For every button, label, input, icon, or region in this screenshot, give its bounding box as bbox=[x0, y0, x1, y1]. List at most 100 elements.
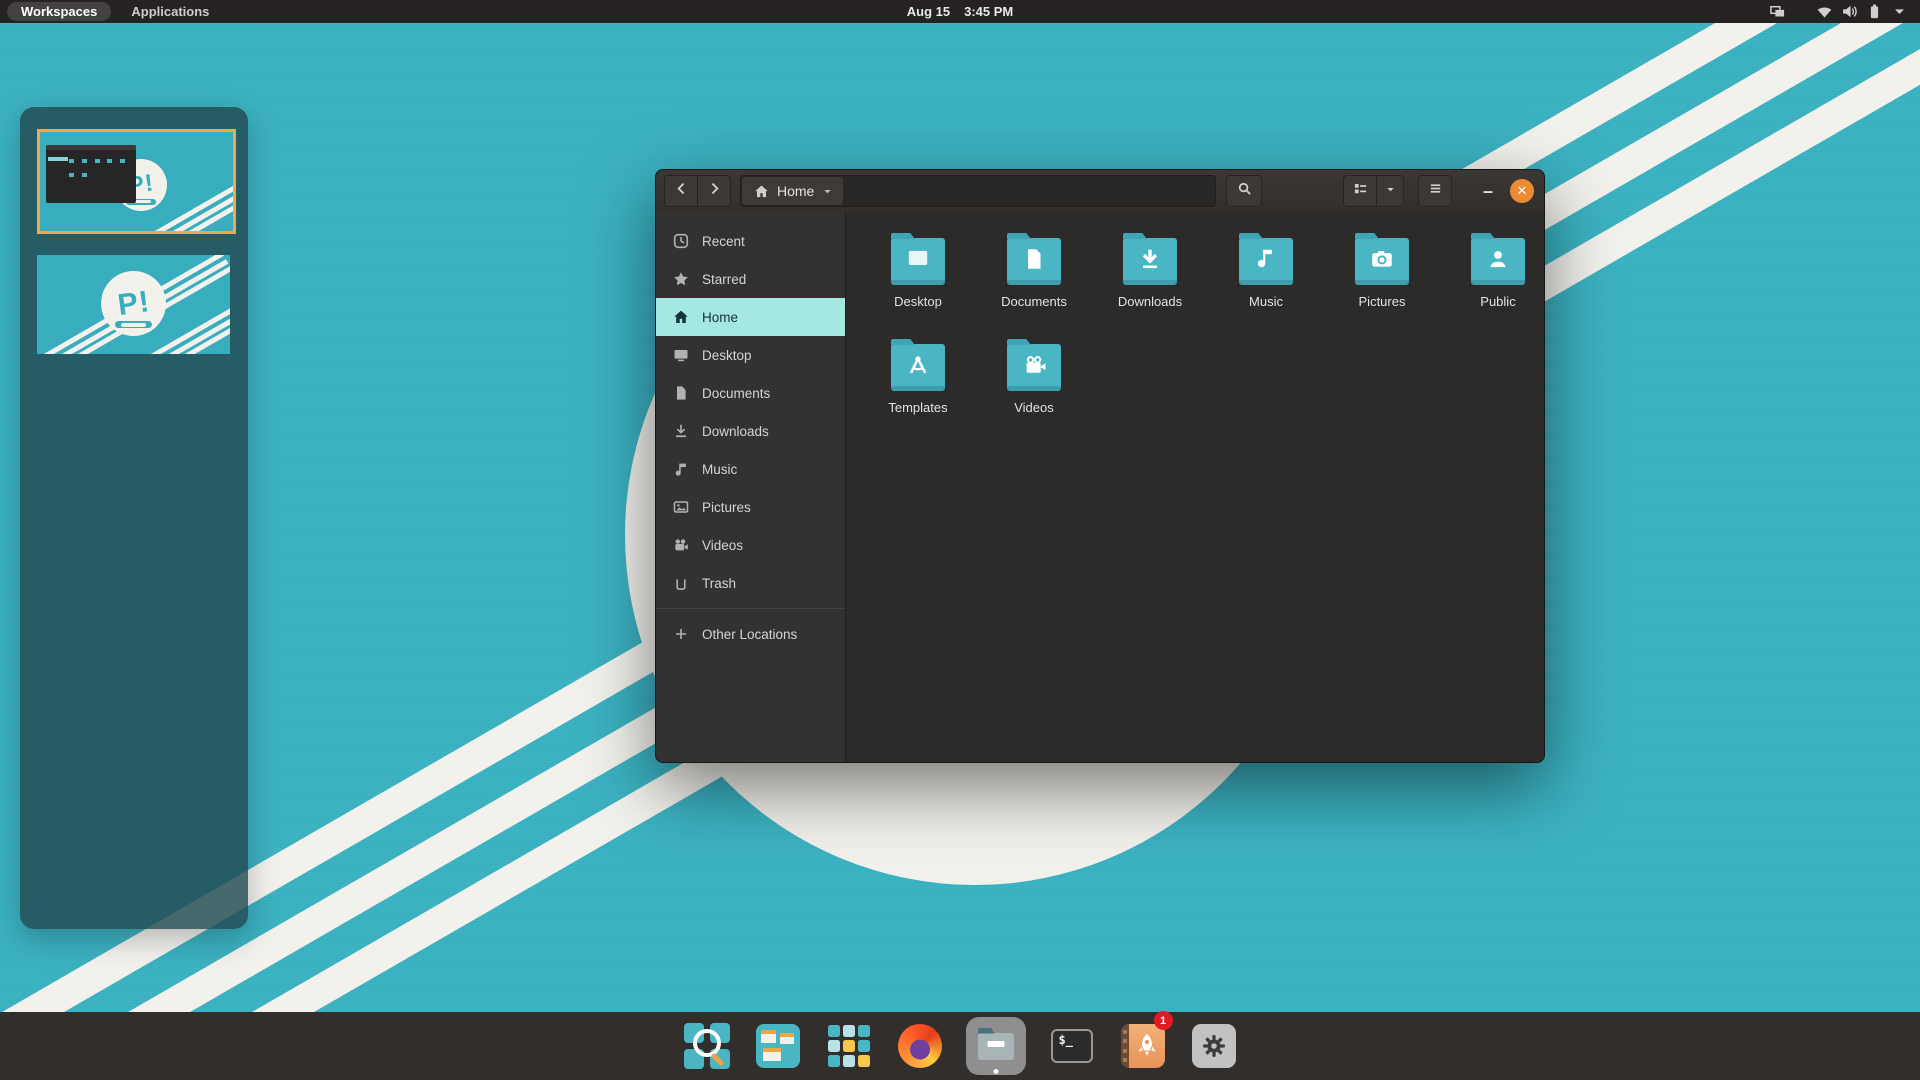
path-segment-home[interactable]: Home bbox=[742, 177, 844, 205]
firefox-icon bbox=[897, 1024, 942, 1068]
music-glyph-icon bbox=[1252, 246, 1280, 272]
sidebar-item-other-locations[interactable]: Other Locations bbox=[656, 615, 845, 653]
sidebar-item-desktop[interactable]: Desktop bbox=[656, 336, 845, 374]
sidebar: Recent Starred Home Desktop Documents Downloa… bbox=[656, 212, 846, 762]
dock-item-files[interactable] bbox=[965, 1017, 1026, 1075]
trash-icon bbox=[673, 575, 689, 591]
documents-icon bbox=[673, 385, 689, 401]
sidebar-item-starred[interactable]: Starred bbox=[656, 260, 845, 298]
workspace-switcher-panel: P! P! bbox=[20, 107, 248, 929]
headerbar[interactable]: Home – ✕ bbox=[656, 170, 1544, 213]
sidebar-item-label: Trash bbox=[702, 575, 737, 591]
clock-date: Aug 15 bbox=[906, 4, 951, 19]
folder-public[interactable]: Public bbox=[1440, 228, 1544, 334]
sidebar-item-documents[interactable]: Documents bbox=[656, 374, 845, 412]
magnifier-icon bbox=[692, 1029, 721, 1057]
person-glyph-icon bbox=[1484, 246, 1512, 272]
applications-menu-button[interactable]: Applications bbox=[131, 4, 209, 19]
sidebar-item-label: Other Locations bbox=[702, 626, 798, 642]
top-panel: Workspaces Applications Aug 15 3:45 PM bbox=[0, 0, 1920, 23]
folder-icon bbox=[1007, 238, 1061, 285]
sidebar-item-videos[interactable]: Videos bbox=[656, 526, 845, 564]
sidebar-item-recent[interactable]: Recent bbox=[656, 222, 845, 260]
download-glyph-icon bbox=[1136, 246, 1164, 272]
close-button[interactable]: ✕ bbox=[1510, 179, 1534, 203]
clock-time: 3:45 PM bbox=[964, 4, 1014, 19]
folder-icon bbox=[1355, 238, 1409, 285]
chevron-down-icon[interactable] bbox=[1891, 3, 1908, 20]
sidebar-item-label: Documents bbox=[702, 385, 771, 401]
pictures-icon bbox=[673, 499, 689, 515]
starred-icon bbox=[673, 271, 689, 287]
minimize-button[interactable]: – bbox=[1474, 178, 1502, 204]
dock: $_ 1 bbox=[0, 1011, 1920, 1080]
sidebar-item-trash[interactable]: Trash bbox=[656, 564, 845, 602]
sidebar-item-home[interactable]: Home bbox=[656, 298, 845, 336]
folder-templates[interactable]: Templates bbox=[860, 334, 976, 440]
path-bar[interactable]: Home bbox=[740, 175, 1216, 207]
folder-label: Music bbox=[1249, 294, 1283, 309]
search-icon bbox=[1237, 181, 1252, 201]
folder-icon bbox=[891, 238, 945, 285]
battery-icon[interactable] bbox=[1866, 3, 1883, 20]
forward-button[interactable] bbox=[697, 175, 731, 207]
search-button[interactable] bbox=[1226, 175, 1262, 207]
workspaces-menu-button[interactable]: Workspaces bbox=[7, 2, 112, 21]
chevron-left-icon bbox=[674, 181, 689, 201]
menu-button[interactable] bbox=[1418, 175, 1452, 207]
downloads-icon bbox=[673, 423, 689, 439]
view-options-dropdown[interactable] bbox=[1376, 175, 1404, 207]
dock-item-workspaces-overview[interactable] bbox=[753, 1017, 803, 1075]
chevron-down-icon bbox=[1385, 182, 1396, 200]
notification-badge: 1 bbox=[1153, 1011, 1173, 1030]
folder-documents[interactable]: Documents bbox=[976, 228, 1092, 334]
mini-file-manager-window bbox=[45, 144, 137, 204]
folder-pictures[interactable]: Pictures bbox=[1324, 228, 1440, 334]
sidebar-item-pictures[interactable]: Pictures bbox=[656, 488, 845, 526]
desktop-icon bbox=[673, 347, 689, 363]
system-tray[interactable] bbox=[1769, 0, 1908, 23]
running-indicator-dot bbox=[993, 1069, 998, 1074]
desktop: Workspaces Applications Aug 15 3:45 PM P… bbox=[0, 0, 1920, 1080]
sidebar-item-downloads[interactable]: Downloads bbox=[656, 412, 845, 450]
sidebar-item-label: Videos bbox=[702, 537, 744, 553]
view-mode-button[interactable] bbox=[1343, 175, 1377, 207]
back-button[interactable] bbox=[664, 175, 698, 207]
view-grid-icon bbox=[1353, 181, 1368, 201]
videos-icon bbox=[673, 537, 689, 553]
folder-grid: Desktop Documents Downloads Music Pictures Pu… bbox=[860, 228, 1544, 440]
dock-item-pop-shop[interactable]: 1 bbox=[1118, 1011, 1173, 1075]
folder-icon bbox=[1239, 238, 1293, 285]
folder-icon bbox=[1007, 344, 1061, 391]
sidebar-item-music[interactable]: Music bbox=[656, 450, 845, 488]
clock-button[interactable]: Aug 15 3:45 PM bbox=[907, 4, 1013, 19]
dock-item-settings[interactable] bbox=[1189, 1017, 1239, 1075]
settings-icon bbox=[1191, 1024, 1236, 1068]
sidebar-item-label: Recent bbox=[702, 233, 745, 249]
dock-item-firefox[interactable] bbox=[895, 1017, 945, 1075]
workspace-thumbnail-2[interactable]: P! bbox=[37, 255, 230, 354]
displays-icon[interactable] bbox=[1769, 3, 1786, 20]
sidebar-item-label: Downloads bbox=[702, 423, 769, 439]
sidebar-separator bbox=[656, 608, 845, 609]
chevron-down-icon[interactable] bbox=[822, 186, 833, 197]
workspace-thumbnail-1[interactable]: P! bbox=[37, 129, 236, 234]
content-area[interactable]: Desktop Documents Downloads Music Pictures Pu… bbox=[846, 212, 1544, 762]
home-icon bbox=[754, 184, 769, 199]
dock-item-pop-launcher[interactable] bbox=[682, 1017, 732, 1075]
folder-downloads[interactable]: Downloads bbox=[1092, 228, 1208, 334]
wifi-icon[interactable] bbox=[1816, 3, 1833, 20]
volume-icon[interactable] bbox=[1841, 3, 1858, 20]
files-icon bbox=[977, 1032, 1014, 1060]
hamburger-menu-icon bbox=[1428, 181, 1443, 201]
dock-item-terminal[interactable]: $_ bbox=[1047, 1017, 1097, 1075]
document-glyph-icon bbox=[1020, 246, 1048, 272]
cine-glyph-icon bbox=[1020, 352, 1048, 378]
terminal-icon: $_ bbox=[1050, 1029, 1093, 1063]
pop-launcher-icon bbox=[683, 1023, 730, 1069]
folder-label: Downloads bbox=[1117, 294, 1183, 309]
folder-music[interactable]: Music bbox=[1208, 228, 1324, 334]
folder-videos[interactable]: Videos bbox=[976, 334, 1092, 440]
dock-item-applications-grid[interactable] bbox=[824, 1017, 874, 1075]
folder-desktop[interactable]: Desktop bbox=[860, 228, 976, 334]
